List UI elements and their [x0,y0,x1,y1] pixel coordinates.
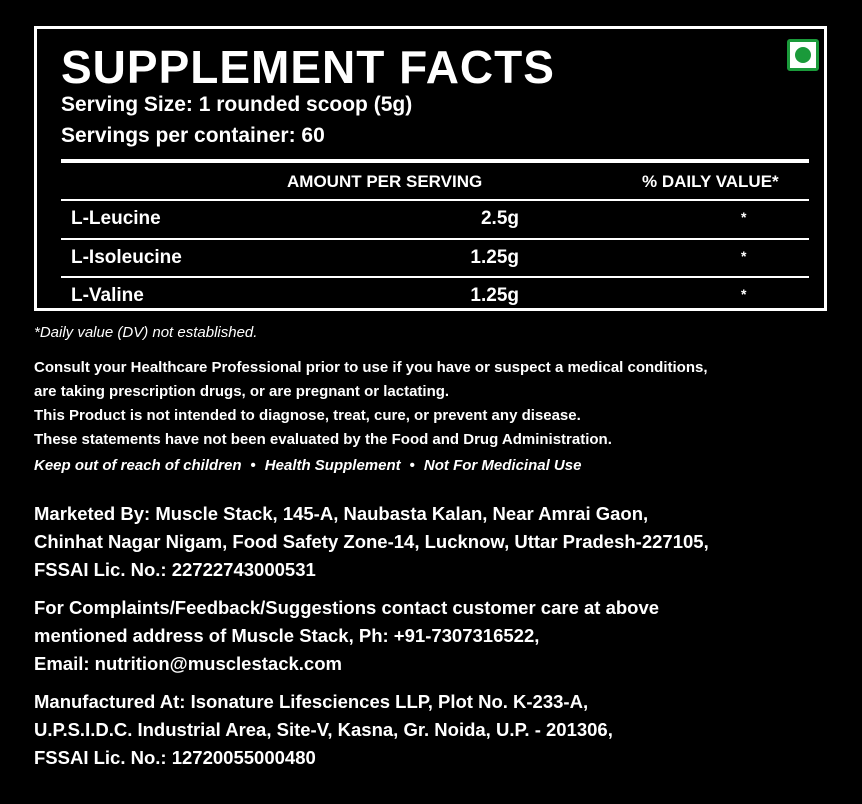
complaints-contact: For Complaints/Feedback/Suggestions cont… [34,594,844,678]
warning-line: Consult your Healthcare Professional pri… [34,359,708,376]
complaints-line: For Complaints/Feedback/Suggestions cont… [34,597,660,618]
ingredient-name: L-Isoleucine [71,247,182,268]
ingredient-amount: 1.25g [470,285,519,306]
ingredient-dv: * [741,209,747,225]
facts-row-isoleucine: L-Isoleucine 1.25g * [61,240,809,278]
servings-per-container: Servings per container: 60 [61,124,325,147]
marketed-line: Marketed By: Muscle Stack, 145-A, Naubas… [34,503,649,524]
ingredient-name: L-Leucine [71,208,161,229]
marketed-by: Marketed By: Muscle Stack, 145-A, Naubas… [34,500,844,584]
divider [61,159,809,163]
manufactured-at: Manufactured At: Isonature Lifesciences … [34,688,844,772]
daily-value-note: *Daily value (DV) not established. [34,324,258,341]
warning-line: This Product is not intended to diagnose… [34,407,581,424]
tag: Not For Medicinal Use [423,457,582,474]
manufactured-line: U.P.S.I.D.C. Industrial Area, Site-V, Ka… [34,719,613,740]
warning-line: These statements have not been evaluated… [34,431,612,448]
facts-title: SUPPLEMENT FACTS [61,41,555,93]
manufactured-line: Manufactured At: Isonature Lifesciences … [34,691,589,712]
tag: Keep out of reach of children [34,457,242,474]
facts-row-leucine: L-Leucine 2.5g * [61,201,809,239]
marketed-line: Chinhat Nagar Nigam, Food Safety Zone-14… [34,531,709,552]
ingredient-name: L-Valine [71,285,144,306]
amount-per-serving-header: AMOUNT PER SERVING [287,172,483,191]
bullet-separator: • [250,457,256,474]
complaints-line: mentioned address of Muscle Stack, Ph: +… [34,625,540,646]
marketed-line: FSSAI Lic. No.: 22722743000531 [34,559,316,580]
bullet-separator: • [409,457,415,474]
tags-line: Keep out of reach of children • Health Sup… [34,454,581,478]
facts-row-valine: L-Valine 1.25g * [61,278,809,316]
supplement-facts-panel: SUPPLEMENT FACTS Serving Size: 1 rounded… [34,26,827,311]
complaints-line: Email: nutrition@musclestack.com [34,653,342,674]
tag: Health Supplement [264,457,401,474]
vegetarian-mark-icon [787,39,819,71]
serving-size: Serving Size: 1 rounded scoop (5g) [61,93,413,116]
warning-line: are taking prescription drugs, or are pr… [34,383,450,400]
manufactured-line: FSSAI Lic. No.: 12720055000480 [34,747,316,768]
daily-value-header: % DAILY VALUE* [642,172,779,191]
warnings: Consult your Healthcare Professional pri… [34,356,834,452]
ingredient-dv: * [741,248,747,264]
ingredient-amount: 1.25g [470,247,519,268]
ingredient-dv: * [741,286,747,302]
ingredient-amount: 2.5g [480,208,519,229]
